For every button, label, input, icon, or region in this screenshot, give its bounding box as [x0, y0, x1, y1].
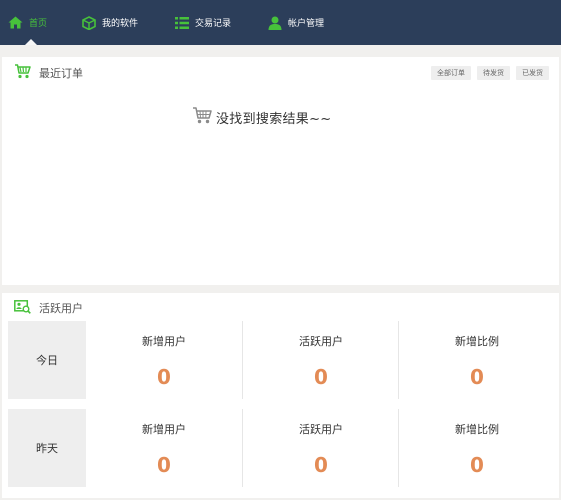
- empty-result: 没找到搜索结果~~: [192, 106, 332, 128]
- nav-item-label: 交易记录: [195, 19, 232, 29]
- stat-value: 0: [314, 453, 328, 477]
- shopping-cart-icon: [192, 106, 212, 128]
- stat-new-ratio: 新增比例 0: [398, 409, 555, 487]
- recent-orders-panel: 最近订单 全部订单 待发货 已发货 没找到搜索结果~~: [2, 57, 559, 285]
- user-chart-icon: [14, 299, 31, 317]
- recent-orders-header: 最近订单: [14, 64, 83, 82]
- filter-shipped-button[interactable]: 已发货: [516, 66, 549, 80]
- top-nav: 首页 我的软件 交易记录 帐户管理: [0, 0, 561, 45]
- stat-label: 活跃用户: [299, 335, 343, 348]
- home-icon: [8, 16, 23, 29]
- stat-active-users: 活跃用户 0: [242, 321, 399, 399]
- filter-all-orders-button[interactable]: 全部订单: [431, 66, 471, 80]
- stat-value: 0: [157, 365, 171, 389]
- stats-row-today: 今日 新增用户 0 活跃用户 0 新增比例 0: [8, 321, 553, 399]
- stat-value: 0: [157, 453, 171, 477]
- stat-label: 新增用户: [142, 423, 186, 436]
- stat-new-users: 新增用户 0: [86, 321, 242, 399]
- user-icon: [268, 16, 282, 30]
- active-nav-caret: [25, 39, 37, 45]
- stat-value: 0: [470, 365, 484, 389]
- active-users-header: 活跃用户: [14, 299, 83, 317]
- stat-value: 0: [314, 365, 328, 389]
- stat-label: 新增比例: [455, 335, 499, 348]
- stat-active-users: 活跃用户 0: [242, 409, 399, 487]
- day-label: 今日: [8, 321, 86, 399]
- day-label: 昨天: [8, 409, 86, 487]
- nav-item-account[interactable]: 帐户管理: [268, 0, 324, 45]
- active-users-panel: 活跃用户 今日 新增用户 0 活跃用户 0 新增比例 0 昨天 新增用户 0 活…: [2, 293, 559, 498]
- stat-label: 新增用户: [142, 335, 186, 348]
- stat-label: 活跃用户: [299, 423, 343, 436]
- nav-item-label: 我的软件: [102, 19, 139, 29]
- nav-item-my-software[interactable]: 我的软件: [82, 0, 138, 45]
- shopping-basket-icon: [14, 64, 31, 82]
- panel-title: 最近订单: [39, 67, 83, 80]
- stats-row-yesterday: 昨天 新增用户 0 活跃用户 0 新增比例 0: [8, 409, 553, 487]
- nav-item-label: 帐户管理: [288, 19, 325, 29]
- list-icon: [175, 16, 189, 29]
- filter-pending-shipment-button[interactable]: 待发货: [477, 66, 510, 80]
- box-icon: [82, 15, 96, 30]
- stat-label: 新增比例: [455, 423, 499, 436]
- stat-new-ratio: 新增比例 0: [398, 321, 555, 399]
- nav-item-label: 首页: [29, 19, 48, 29]
- empty-message: 没找到搜索结果~~: [216, 111, 332, 127]
- stat-new-users: 新增用户 0: [86, 409, 242, 487]
- stat-value: 0: [470, 453, 484, 477]
- panel-title: 活跃用户: [39, 302, 83, 315]
- nav-item-transactions[interactable]: 交易记录: [175, 0, 231, 45]
- order-filter-group: 全部订单 待发货 已发货: [431, 66, 549, 80]
